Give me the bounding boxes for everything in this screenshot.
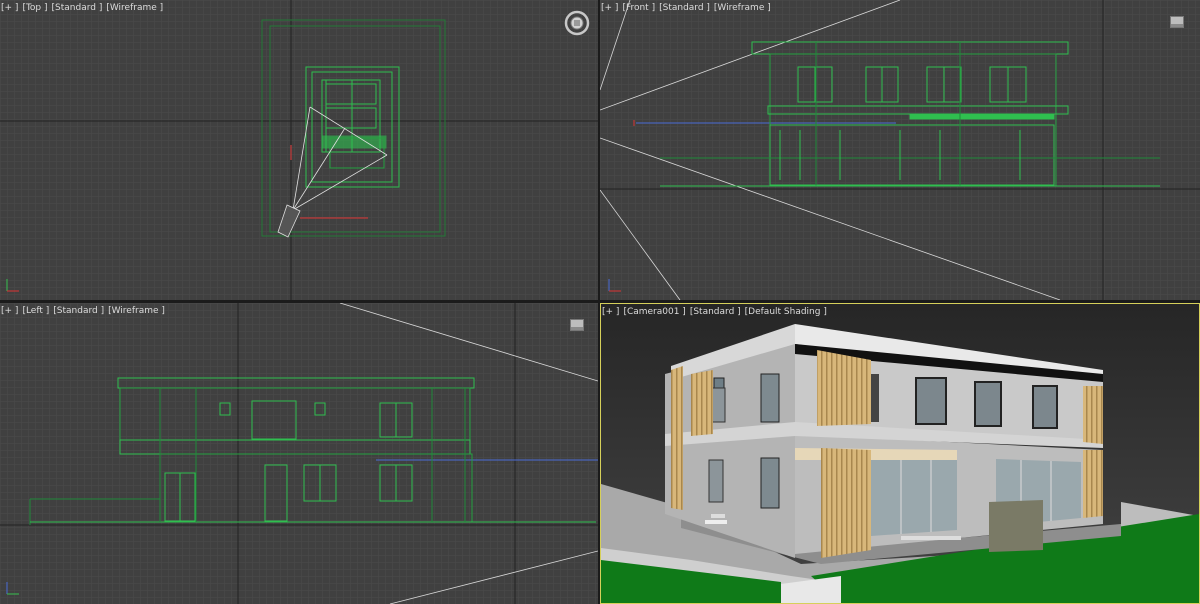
front-viewport-menu[interactable]: [+ ]: [601, 3, 618, 13]
top-axis-tripod-icon: [6, 279, 19, 292]
top-viewport-canvas[interactable]: [0, 0, 598, 300]
left-viewport-label: [+ ] [Left ] [Standard ] [Wireframe ]: [1, 306, 169, 316]
front-viewport-canvas[interactable]: [600, 0, 1200, 300]
camera-viewport-menu[interactable]: [+ ]: [602, 307, 619, 317]
top-viewport-label: [+ ] [Top ] [Standard ] [Wireframe ]: [1, 3, 167, 13]
front-axis-tripod-icon: [608, 279, 621, 292]
left-viewport-shading[interactable]: [Wireframe ]: [108, 306, 165, 316]
viewport-divider-horizontal[interactable]: [0, 300, 1200, 303]
front-viewcube-icon[interactable]: [1170, 16, 1184, 28]
left-axis-tripod-icon: [6, 582, 19, 595]
front-viewport-mode[interactable]: [Standard ]: [659, 3, 710, 13]
top-viewport-menu[interactable]: [+ ]: [1, 3, 18, 13]
viewport-top[interactable]: [+ ] [Top ] [Standard ] [Wireframe ]: [0, 0, 598, 300]
viewport-left[interactable]: [+ ] [Left ] [Standard ] [Wireframe ]: [0, 303, 598, 604]
left-viewcube-icon[interactable]: [570, 319, 584, 331]
left-viewport-menu[interactable]: [+ ]: [1, 306, 18, 316]
left-viewport-mode[interactable]: [Standard ]: [53, 306, 104, 316]
top-viewport-view[interactable]: [Top ]: [22, 3, 47, 13]
viewport-front[interactable]: [+ ] [Front ] [Standard ] [Wireframe ]: [600, 0, 1200, 300]
camera-viewport-shading[interactable]: [Default Shading ]: [745, 307, 827, 317]
camera-viewport-view[interactable]: [Camera001 ]: [623, 307, 685, 317]
viewport-camera[interactable]: [+ ] [Camera001 ] [Standard ] [Default Shad…: [600, 303, 1200, 604]
camera-viewport-label: [+ ] [Camera001 ] [Standard ] [Default Shad…: [602, 307, 831, 317]
top-viewport-mode[interactable]: [Standard ]: [52, 3, 103, 13]
steering-wheel-icon[interactable]: [564, 10, 590, 36]
camera-viewport-canvas[interactable]: [601, 304, 1199, 603]
front-viewport-label: [+ ] [Front ] [Standard ] [Wireframe ]: [601, 3, 775, 13]
left-viewport-view[interactable]: [Left ]: [22, 306, 49, 316]
left-viewport-canvas[interactable]: [0, 303, 598, 604]
camera-viewport-mode[interactable]: [Standard ]: [690, 307, 741, 317]
front-viewport-shading[interactable]: [Wireframe ]: [714, 3, 771, 13]
top-viewport-shading[interactable]: [Wireframe ]: [106, 3, 163, 13]
front-viewport-view[interactable]: [Front ]: [622, 3, 655, 13]
